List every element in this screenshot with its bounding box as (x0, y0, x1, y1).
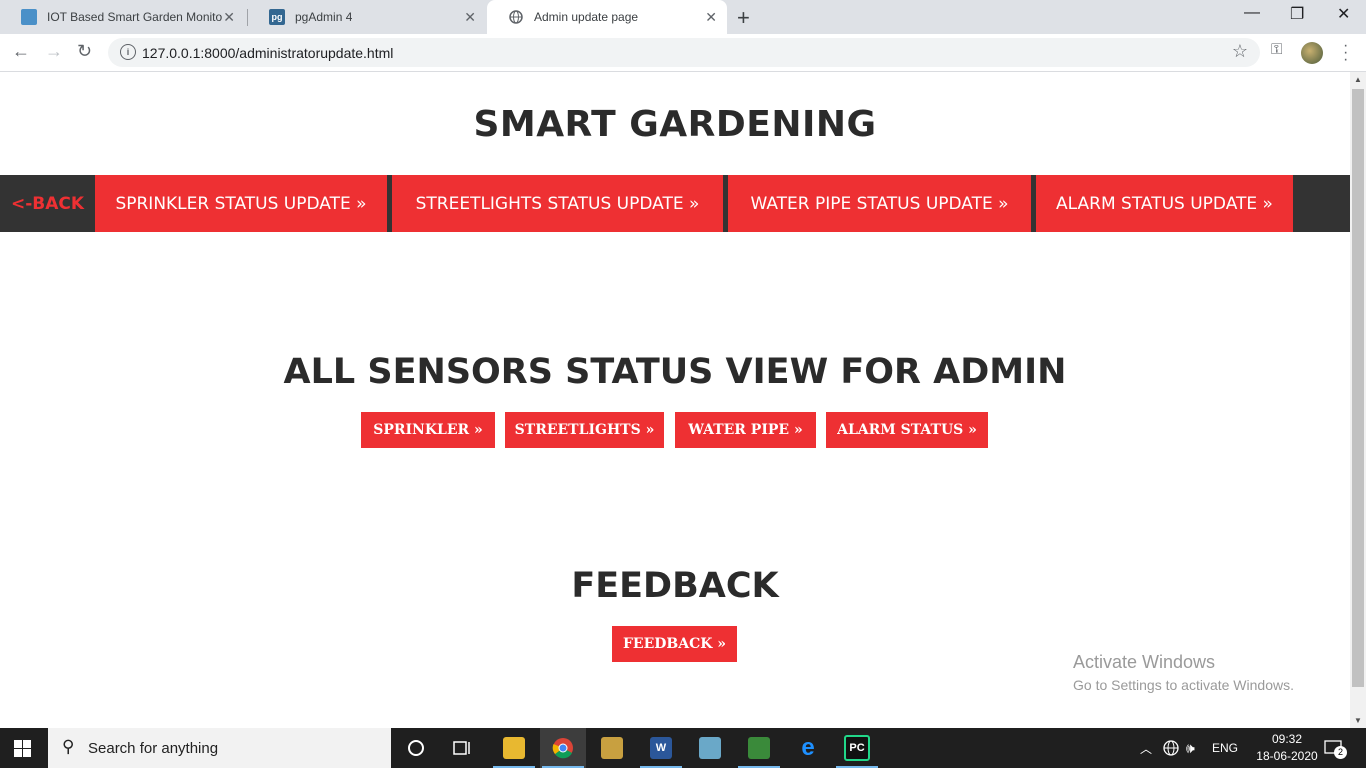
task-view-icon[interactable] (440, 728, 486, 768)
tab-strip: IOT Based Smart Garden Monitor ✕ pg pgAd… (0, 0, 1366, 34)
windows-taskbar: ⚲ Search for anything W e PC ︿ 🕪 ENG 09:… (0, 728, 1366, 768)
folder-app-icon[interactable] (589, 728, 635, 768)
scroll-down-icon[interactable]: ▼ (1354, 716, 1362, 725)
pycharm-icon[interactable]: PC (834, 728, 880, 768)
globe-icon (508, 9, 524, 25)
cortana-icon[interactable] (393, 728, 439, 768)
nav-back-link[interactable]: <-BACK (0, 175, 95, 232)
close-tab-icon[interactable]: ✕ (464, 9, 476, 26)
profile-avatar[interactable] (1301, 42, 1323, 64)
nav-alarm-status-update[interactable]: ALARM STATUS UPDATE » (1036, 175, 1293, 232)
info-icon[interactable]: i (120, 44, 136, 60)
watermark-line-1: Activate Windows (1073, 652, 1216, 672)
word-icon[interactable]: W (638, 728, 684, 768)
watermark-line-2: Go to Settings to activate Windows. (1073, 677, 1294, 693)
vertical-scrollbar[interactable]: ▲ ▼ (1350, 72, 1366, 728)
forward-arrow-icon[interactable]: → (45, 41, 63, 62)
key-icon[interactable]: ⚿ (1271, 41, 1282, 58)
clock-time: 09:32 (1271, 732, 1303, 746)
nav-water-pipe-status-update[interactable]: WATER PIPE STATUS UPDATE » (728, 175, 1031, 232)
page-content: SMART GARDENING <-BACK SPRINKLER STATUS … (0, 72, 1350, 728)
show-hidden-icons[interactable]: ︿ (1140, 728, 1152, 768)
scrollbar-thumb[interactable] (1352, 89, 1364, 687)
site-title: SMART GARDENING (473, 104, 877, 145)
notification-count-badge: 2 (1334, 746, 1347, 759)
garden-favicon-icon (21, 9, 37, 25)
tab-pgadmin[interactable]: pg pgAdmin 4 ✕ (248, 0, 486, 34)
reload-icon[interactable]: ↻ (77, 41, 92, 62)
alarm-status-button[interactable]: ALARM STATUS » (826, 412, 988, 448)
minimize-button[interactable]: — (1244, 4, 1260, 22)
nav-sprinkler-status-update[interactable]: SPRINKLER STATUS UPDATE » (95, 175, 387, 232)
close-tab-icon[interactable]: ✕ (223, 9, 235, 26)
feedback-button[interactable]: FEEDBACK » (612, 626, 737, 662)
notes-app-icon[interactable] (687, 728, 733, 768)
top-navbar: <-BACK SPRINKLER STATUS UPDATE » STREETL… (0, 175, 1350, 232)
network-icon[interactable] (1162, 728, 1180, 768)
tab-iot-garden[interactable]: IOT Based Smart Garden Monitor ✕ (0, 0, 245, 34)
close-window-button[interactable]: ✕ (1337, 4, 1350, 24)
browser-toolbar: ← → ↻ i 127.0.0.1:8000/administratorupda… (0, 34, 1366, 72)
water-pipe-button[interactable]: WATER PIPE » (675, 412, 816, 448)
windows-start-icon[interactable] (14, 740, 31, 757)
tab-admin-update[interactable]: Admin update page ✕ (487, 0, 727, 34)
search-placeholder[interactable]: Search for anything (88, 740, 218, 757)
notifications-icon[interactable]: 2 (1324, 728, 1347, 768)
url-text[interactable]: 127.0.0.1:8000/administratorupdate.html (142, 45, 393, 61)
sprinkler-button[interactable]: SPRINKLER » (361, 412, 495, 448)
back-arrow-icon[interactable]: ← (12, 41, 30, 62)
nav-streetlights-status-update[interactable]: STREETLIGHTS STATUS UPDATE » (392, 175, 723, 232)
scroll-up-icon[interactable]: ▲ (1354, 75, 1362, 84)
file-explorer-icon[interactable] (491, 728, 537, 768)
taskbar-clock[interactable]: 09:32 18-06-2020 (1252, 731, 1322, 765)
sensors-section-title: ALL SENSORS STATUS VIEW FOR ADMIN (283, 352, 1067, 392)
menu-dots-icon[interactable]: · · · (1343, 38, 1348, 68)
activate-windows-watermark: Activate Windows Go to Settings to activ… (1073, 652, 1294, 693)
close-tab-icon[interactable]: ✕ (705, 9, 717, 26)
edge-icon[interactable]: e (785, 728, 831, 768)
tab-title: IOT Based Smart Garden Monitor (47, 10, 223, 24)
feedback-section-title: FEEDBACK (571, 566, 779, 606)
chrome-icon[interactable] (540, 728, 586, 768)
volume-icon[interactable]: 🕪 (1186, 728, 1195, 768)
streetlights-button[interactable]: STREETLIGHTS » (505, 412, 664, 448)
language-indicator[interactable]: ENG (1212, 728, 1238, 768)
tab-title: Admin update page (534, 10, 639, 24)
new-tab-button[interactable]: + (737, 5, 750, 31)
taskbar-search-box[interactable]: ⚲ Search for anything (48, 728, 391, 768)
project-app-icon[interactable] (736, 728, 782, 768)
clock-date: 18-06-2020 (1256, 749, 1318, 763)
pgadmin-favicon-icon: pg (269, 9, 285, 25)
search-icon: ⚲ (62, 737, 75, 756)
restore-button[interactable]: ❐ (1290, 4, 1304, 24)
bookmark-star-icon[interactable]: ☆ (1232, 41, 1248, 62)
address-bar[interactable]: i 127.0.0.1:8000/administratorupdate.htm… (108, 38, 1260, 67)
tab-title: pgAdmin 4 (295, 10, 353, 24)
